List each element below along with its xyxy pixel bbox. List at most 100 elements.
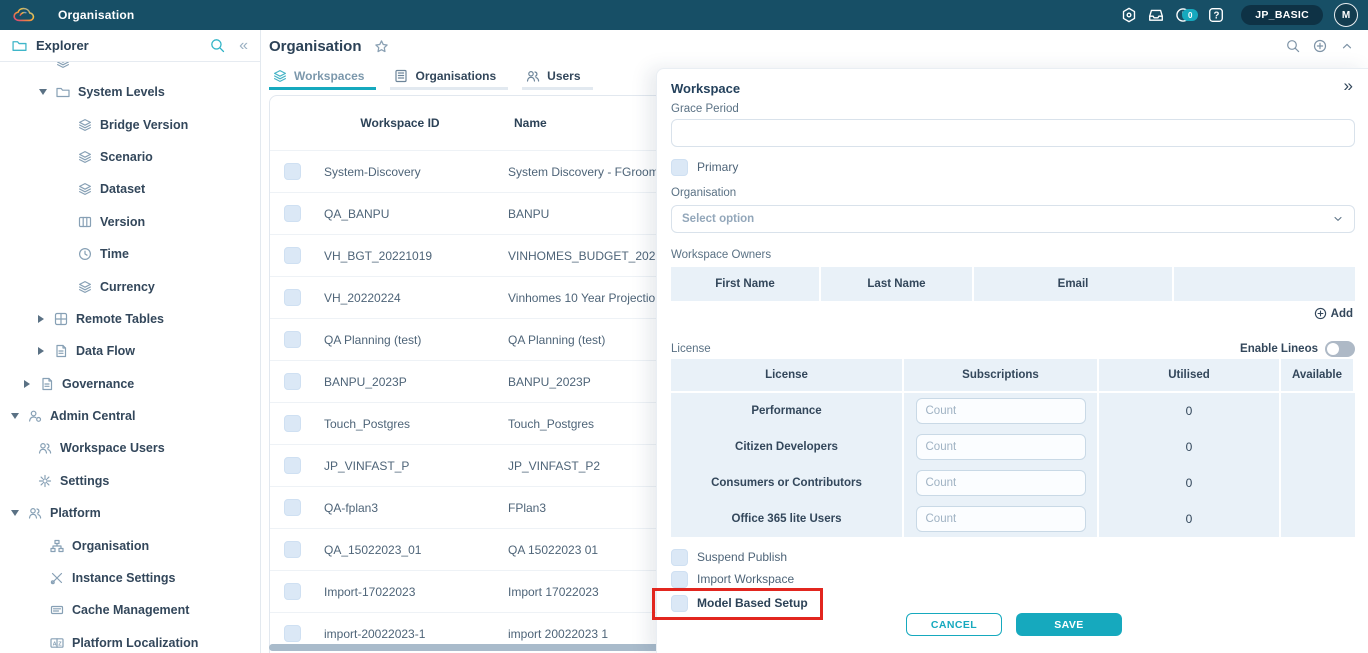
tabbar: Workspaces Organisations Users [269, 64, 593, 90]
cache-icon [50, 603, 64, 617]
cancel-button[interactable]: CANCEL [906, 613, 1002, 636]
row-checkbox[interactable] [284, 205, 301, 222]
tree-item-time[interactable]: Time [0, 238, 260, 270]
caret-right-icon[interactable] [22, 379, 32, 389]
row-checkbox[interactable] [284, 415, 301, 432]
row-checkbox[interactable] [284, 373, 301, 390]
localization-icon: AZ [50, 636, 64, 650]
row-checkbox[interactable] [284, 541, 301, 558]
enable-lineos-label: Enable Lineos [1240, 343, 1318, 355]
grace-period-input[interactable] [671, 119, 1355, 147]
svg-text:A: A [53, 641, 57, 647]
search-icon[interactable] [1286, 39, 1300, 53]
expand-panel-icon[interactable] [1344, 77, 1353, 94]
tree-item-label: System Levels [78, 85, 165, 99]
owners-column-first-name: First Name [671, 267, 821, 301]
add-icon[interactable] [1313, 39, 1327, 53]
help-icon[interactable]: ? [1208, 7, 1224, 23]
plus-circle-icon [1314, 307, 1327, 320]
content-header: Organisation [261, 30, 1368, 62]
available-value [1281, 501, 1355, 537]
svg-text:Z: Z [58, 641, 62, 647]
tab-label: Users [547, 69, 580, 83]
tree-item-remote-tables[interactable]: Remote Tables [0, 303, 260, 335]
organisation-select[interactable]: Select option [671, 205, 1355, 233]
row-checkbox[interactable] [284, 163, 301, 180]
row-checkbox[interactable] [284, 457, 301, 474]
tree-item-bridge-version[interactable]: Bridge Version [0, 108, 260, 140]
subscriptions-count-input[interactable] [916, 434, 1086, 460]
row-checkbox[interactable] [284, 583, 301, 600]
tree-item-admin-central[interactable]: Admin Central [0, 400, 260, 432]
cell-workspace-id: QA_BANPU [310, 207, 490, 221]
row-checkbox[interactable] [284, 499, 301, 516]
primary-label: Primary [697, 160, 738, 174]
tree-item-system-levels[interactable]: System Levels [0, 76, 260, 108]
subscriptions-count-input[interactable] [916, 470, 1086, 496]
license-column-available: Available [1281, 359, 1355, 393]
tree-item-settings[interactable]: Settings [0, 465, 260, 497]
inbox-icon[interactable] [1148, 7, 1164, 23]
column-header-workspace-id: Workspace ID [310, 116, 490, 130]
cell-workspace-id: System-Discovery [310, 165, 490, 179]
subscriptions-count-input[interactable] [916, 506, 1086, 532]
favorite-star-icon[interactable] [374, 39, 389, 54]
suspend-publish-label: Suspend Publish [697, 550, 787, 564]
tree-item-organisation[interactable]: Organisation [0, 529, 260, 561]
settings-icon[interactable] [1121, 7, 1137, 23]
row-checkbox[interactable] [284, 289, 301, 306]
row-checkbox[interactable] [284, 247, 301, 264]
tree-item-cache-management[interactable]: Cache Management [0, 594, 260, 626]
subscriptions-count-input[interactable] [916, 398, 1086, 424]
caret-down-icon[interactable] [10, 508, 20, 518]
explorer-header: Explorer [0, 30, 260, 62]
tree-item-version[interactable]: Version [0, 206, 260, 238]
owners-column-email: Email [974, 267, 1174, 301]
tree-item-governance[interactable]: Governance [0, 368, 260, 400]
tab-organisations[interactable]: Organisations [390, 64, 508, 90]
chevron-up-icon[interactable] [1340, 39, 1354, 53]
tree-item-platform-localization[interactable]: AZ Platform Localization [0, 627, 260, 653]
grid-icon [54, 312, 68, 326]
primary-checkbox-row[interactable]: Primary [671, 159, 738, 175]
tools-icon [50, 571, 64, 585]
tree-item-label: Time [100, 247, 129, 261]
license-row-name: Citizen Developers [671, 429, 904, 465]
tab-users[interactable]: Users [522, 64, 592, 90]
search-icon[interactable] [210, 38, 225, 53]
primary-checkbox[interactable] [671, 159, 688, 176]
tree-item-platform[interactable]: Platform [0, 497, 260, 529]
tree-item-instance-settings[interactable]: Instance Settings [0, 562, 260, 594]
tree-item-currency[interactable]: Currency [0, 270, 260, 302]
enable-lineos-toggle[interactable] [1325, 341, 1355, 357]
tree-item-label: Governance [62, 377, 134, 391]
caret-right-icon[interactable] [36, 314, 46, 324]
tree-item-scenario[interactable]: Scenario [0, 141, 260, 173]
suspend-publish-checkbox[interactable] [671, 549, 688, 566]
caret-down-icon[interactable] [38, 87, 48, 97]
history-icon[interactable]: 0 [1175, 7, 1191, 23]
suspend-publish-row[interactable]: Suspend Publish [671, 549, 787, 565]
caret-down-icon[interactable] [10, 411, 20, 421]
import-workspace-row[interactable]: Import Workspace [671, 571, 794, 587]
collapse-sidebar-icon[interactable] [239, 38, 248, 54]
topbar-actions: 0 ? JP_BASIC M [1121, 3, 1368, 27]
add-owner-button[interactable]: Add [1314, 307, 1353, 320]
import-workspace-checkbox[interactable] [671, 571, 688, 588]
user-pill[interactable]: JP_BASIC [1241, 5, 1323, 25]
select-placeholder: Select option [682, 213, 754, 225]
save-button[interactable]: SAVE [1016, 613, 1122, 636]
caret-right-icon[interactable] [36, 346, 46, 356]
avatar[interactable]: M [1334, 3, 1358, 27]
tree-item-dataset[interactable]: Dataset [0, 173, 260, 205]
sitemap-icon [50, 539, 64, 553]
folder-icon [56, 85, 70, 99]
row-checkbox[interactable] [284, 331, 301, 348]
row-checkbox[interactable] [284, 625, 301, 642]
tree-item-data-flow[interactable]: Data Flow [0, 335, 260, 367]
utilised-value: 0 [1099, 393, 1281, 429]
tree-item-workspace-users[interactable]: Workspace Users [0, 432, 260, 464]
tab-workspaces[interactable]: Workspaces [269, 64, 376, 90]
cell-workspace-id: Touch_Postgres [310, 417, 490, 431]
folder-icon [12, 38, 27, 53]
